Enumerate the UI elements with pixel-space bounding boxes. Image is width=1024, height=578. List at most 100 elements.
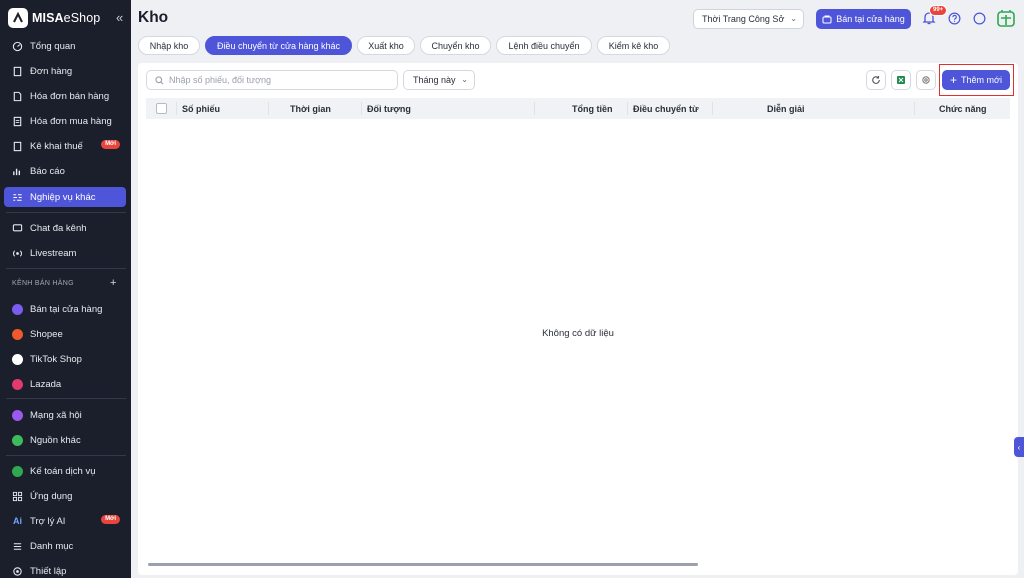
- empty-state: Không có dữ liệu: [542, 328, 614, 339]
- brand[interactable]: MISAeShop: [0, 0, 131, 36]
- column-header-subject[interactable]: Đối tượng: [367, 98, 411, 119]
- channels-header: KÊNH BÁN HÀNG: [12, 280, 74, 287]
- sidebar-item-label: Đơn hàng: [30, 65, 73, 77]
- tax-icon: [12, 141, 23, 152]
- sidebar-item-label: Bán tại cửa hàng: [30, 303, 103, 315]
- help-icon[interactable]: [948, 12, 961, 25]
- column-header-transfer-from[interactable]: Điều chuyển từ: [633, 98, 699, 119]
- column-separator: [361, 102, 362, 115]
- brand-name: MISAeShop: [32, 11, 101, 25]
- column-header-time[interactable]: Thời gian: [290, 98, 331, 119]
- sidebar-item-label: Shopee: [30, 328, 63, 340]
- tab-label: Xuất kho: [368, 40, 404, 51]
- sidebar-item-store[interactable]: Bán tại cửa hàng: [4, 299, 126, 319]
- sidebar-item-tax[interactable]: Kê khai thuế Mới: [4, 136, 126, 156]
- chevron-down-icon: ⌄: [461, 75, 468, 84]
- collapse-sidebar-icon[interactable]: «: [116, 11, 123, 25]
- settings-button[interactable]: [916, 70, 936, 90]
- sidebar-item-label: Kế toán dịch vụ: [30, 465, 96, 477]
- sidebar-item-label: Ứng dụng: [30, 490, 73, 502]
- search-input[interactable]: Nhập số phiếu, đối tượng: [146, 70, 398, 90]
- sidebar-item-tiktok[interactable]: TikTok Shop: [4, 349, 126, 369]
- purchase-invoice-icon: [12, 116, 23, 127]
- sell-in-store-button[interactable]: Bán tại cửa hàng: [816, 9, 911, 29]
- tab-warehouse-transfer[interactable]: Chuyển kho: [420, 36, 491, 55]
- period-select[interactable]: Tháng này ⌄: [403, 70, 475, 90]
- page-title: Kho: [138, 9, 169, 26]
- sidebar-item-social[interactable]: Mạng xã hội: [4, 405, 126, 425]
- settings-icon: [12, 566, 23, 577]
- accounting-icon: [12, 465, 23, 477]
- expand-side-panel-button[interactable]: ‹: [1014, 437, 1024, 457]
- column-separator: [176, 102, 177, 115]
- horizontal-scrollbar[interactable]: [148, 563, 698, 566]
- tab-label: Nhập kho: [149, 40, 189, 51]
- sidebar-item-label: Trợ lý AI: [30, 515, 66, 527]
- tab-label: Kiểm kê kho: [608, 40, 659, 51]
- tab-stock-in[interactable]: Nhập kho: [138, 36, 200, 55]
- tab-label: Chuyển kho: [431, 40, 480, 51]
- sidebar-item-reports[interactable]: Báo cáo: [4, 161, 126, 181]
- sidebar-item-lazada[interactable]: Lazada: [4, 374, 126, 394]
- store-channel-icon: [12, 303, 23, 315]
- tab-transfer-order[interactable]: Lệnh điều chuyển: [496, 36, 592, 55]
- tab-transfer-from-store[interactable]: Điều chuyển từ cửa hàng khác: [205, 36, 352, 55]
- sales-invoice-icon: [12, 91, 23, 102]
- sidebar-item-label: Tổng quan: [30, 40, 76, 52]
- column-header-description[interactable]: Diễn giải: [767, 98, 805, 119]
- sidebar-item-shopee[interactable]: Shopee: [4, 324, 126, 344]
- tab-stocktake[interactable]: Kiểm kê kho: [597, 36, 670, 55]
- column-header-number[interactable]: Số phiếu: [182, 98, 220, 119]
- sidebar-item-label: Nghiệp vụ khác: [30, 191, 96, 203]
- sidebar-item-orders[interactable]: Đơn hàng: [4, 61, 126, 81]
- store-icon: [822, 15, 832, 24]
- sidebar-item-purchase-invoice[interactable]: Hóa đơn mua hàng: [4, 111, 126, 131]
- column-separator: [268, 102, 269, 115]
- sidebar-item-other-source[interactable]: Nguồn khác: [4, 430, 126, 450]
- column-header-actions[interactable]: Chức năng: [939, 98, 987, 119]
- avatar[interactable]: [996, 8, 1016, 28]
- chat-icon: [12, 223, 23, 234]
- chevron-down-icon: ⌄: [790, 14, 797, 23]
- sidebar-item-label: Báo cáo: [30, 165, 65, 177]
- sidebar-item-apps[interactable]: Ứng dụng: [4, 486, 126, 506]
- column-separator: [712, 102, 713, 115]
- refresh-icon: [872, 76, 880, 84]
- misa-logo-icon: [8, 8, 28, 28]
- report-icon: [12, 166, 23, 177]
- tab-stock-out[interactable]: Xuất kho: [357, 36, 415, 55]
- sidebar-item-chat[interactable]: Chat đa kênh: [4, 218, 126, 238]
- select-all-checkbox[interactable]: [156, 103, 167, 114]
- sidebar-item-settings[interactable]: Thiết lập: [4, 561, 126, 578]
- sidebar-item-sales-invoice[interactable]: Hóa đơn bán hàng: [4, 86, 126, 106]
- sidebar-item-operations[interactable]: Nghiệp vụ khác: [4, 187, 126, 207]
- sidebar-item-accounting[interactable]: Kế toán dịch vụ: [4, 461, 126, 481]
- sidebar-item-label: Chat đa kênh: [30, 222, 87, 234]
- content-panel: Nhập số phiếu, đối tượng Tháng này ⌄ + T…: [138, 63, 1018, 575]
- list-icon: [12, 541, 23, 552]
- refresh-button[interactable]: [866, 70, 886, 90]
- sidebar-item-label: Kê khai thuế: [30, 140, 83, 152]
- operations-icon: [12, 192, 23, 203]
- sidebar-item-livestream[interactable]: Livestream: [4, 243, 126, 263]
- other-source-icon: [12, 434, 23, 446]
- notification-badge: 99+: [929, 5, 948, 16]
- store-select[interactable]: Thời Trang Công Sở ⌄: [693, 9, 804, 29]
- ai-icon: Ai: [13, 516, 22, 526]
- sidebar-item-label: Nguồn khác: [30, 434, 81, 446]
- sidebar-item-ai[interactable]: Ai Trợ lý AI Mới: [4, 511, 126, 531]
- sidebar-item-label: Livestream: [30, 247, 77, 259]
- sidebar-item-label: Hóa đơn mua hàng: [30, 115, 112, 127]
- dashboard-icon: [12, 41, 23, 52]
- export-excel-button[interactable]: [891, 70, 911, 90]
- status-circle-icon[interactable]: [973, 12, 986, 25]
- add-channel-button[interactable]: +: [110, 277, 116, 289]
- column-header-total[interactable]: Tổng tiền: [572, 98, 613, 119]
- shopee-icon: [12, 328, 23, 340]
- lazada-icon: [12, 378, 23, 390]
- sidebar-item-categories[interactable]: Danh mục: [4, 536, 126, 556]
- sidebar-divider: [6, 212, 126, 213]
- tab-label: Lệnh điều chuyển: [508, 40, 580, 51]
- store-select-value: Thời Trang Công Sở: [702, 14, 785, 24]
- sidebar-item-overview[interactable]: Tổng quan: [4, 36, 126, 56]
